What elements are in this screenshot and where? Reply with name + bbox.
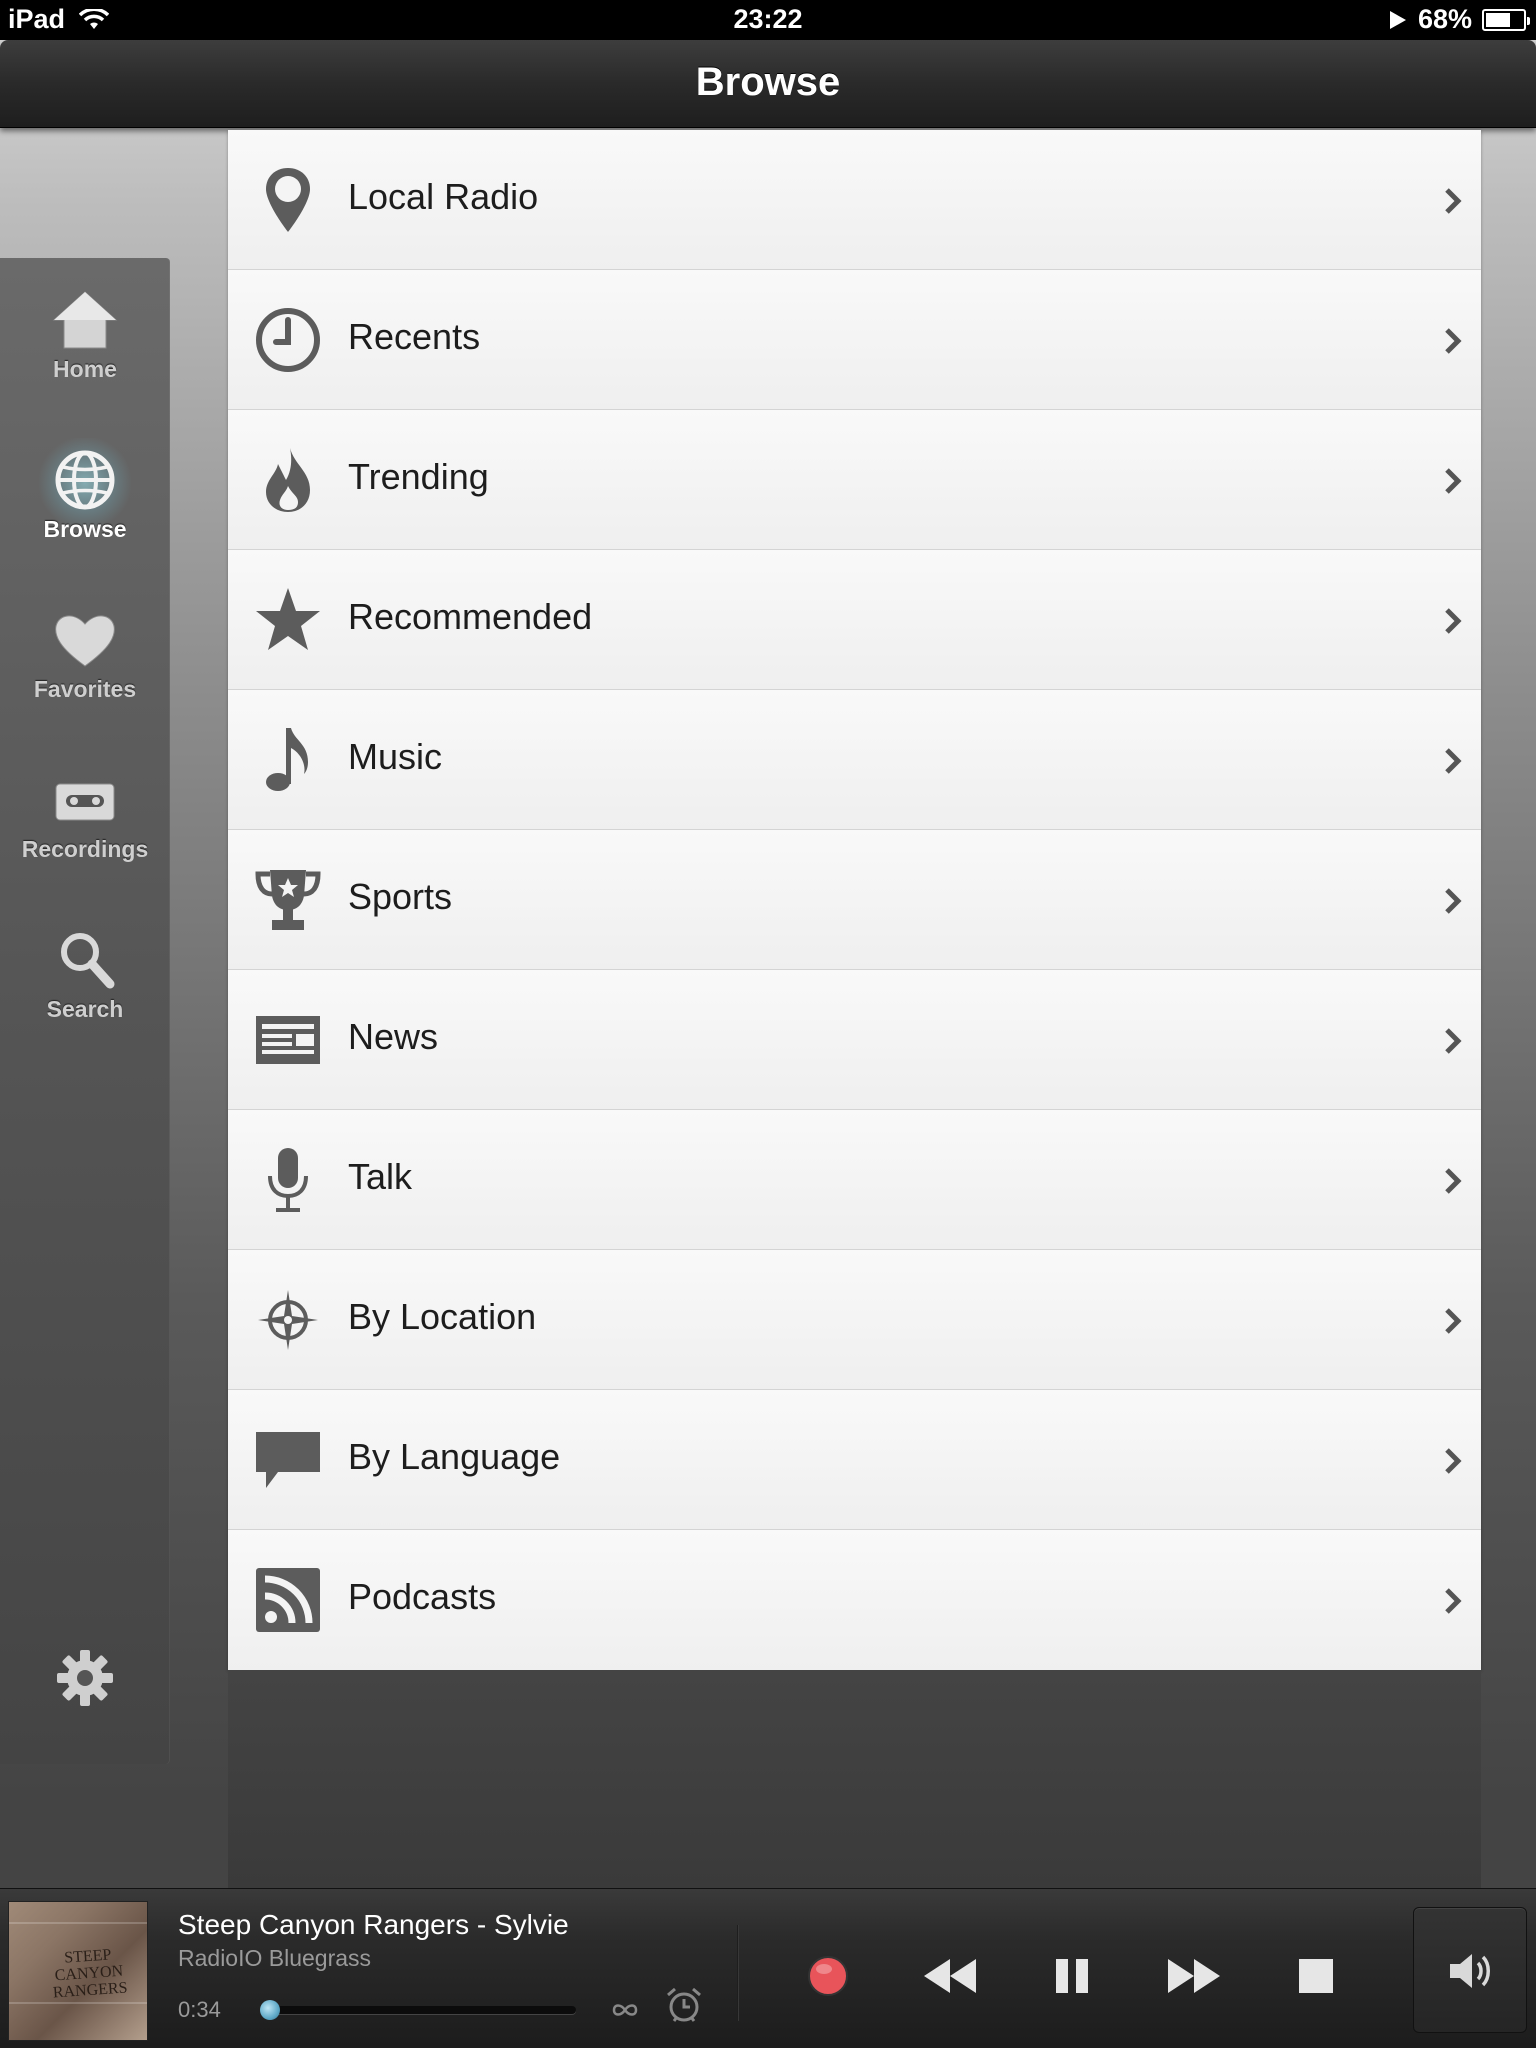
gear-icon[interactable] [55, 1648, 115, 1708]
tab-recordings-label: Recordings [21, 836, 149, 862]
album-art-text: STEEP CANYON RANGERS [52, 1946, 129, 2002]
list-item-label: News [348, 1016, 439, 1057]
list-item-trending[interactable]: Trending [228, 410, 1481, 550]
progress-knob[interactable] [260, 2000, 280, 2020]
newspaper-icon [256, 1016, 320, 1064]
tab-favorites[interactable]: Favorites [0, 578, 170, 728]
track-title: Steep Canyon Rangers - Sylvie [178, 1909, 569, 1940]
chevron-right-icon [1445, 468, 1462, 494]
list-item-label: Recents [348, 316, 481, 357]
list-item-label: By Language [348, 1436, 561, 1477]
globe-icon [55, 450, 115, 510]
list-empty-area [228, 1670, 1481, 1890]
star-icon [256, 588, 320, 650]
play-status-icon [1389, 10, 1406, 29]
chevron-right-icon [1445, 888, 1462, 914]
fast-forward-icon[interactable] [1164, 1951, 1224, 2001]
chevron-right-icon [1445, 748, 1462, 774]
list-item-podcasts[interactable]: Podcasts [228, 1530, 1481, 1670]
list-item-label: Music [348, 736, 443, 777]
tab-browse[interactable]: Browse [0, 418, 170, 568]
battery-percent: 68% [1417, 4, 1472, 34]
tab-search-label: Search [46, 996, 124, 1022]
alarm-clock-icon[interactable] [664, 1985, 704, 2025]
volume-button[interactable] [1413, 1907, 1527, 2033]
tab-search[interactable]: Search [0, 898, 170, 1048]
list-item-talk[interactable]: Talk [228, 1110, 1481, 1250]
pause-icon[interactable] [1042, 1951, 1102, 2001]
clock-icon [256, 308, 320, 372]
chevron-right-icon [1445, 1028, 1462, 1054]
status-time: 23:22 [733, 4, 803, 34]
elapsed-time: 0:34 [178, 1997, 221, 2022]
search-icon [61, 933, 115, 989]
tab-home-label: Home [53, 356, 117, 382]
chevron-right-icon [1445, 188, 1462, 214]
heart-icon [55, 615, 115, 667]
microphone-icon [268, 1148, 308, 1212]
tab-home[interactable]: Home [0, 258, 170, 408]
home-icon [52, 291, 118, 349]
progress-bar[interactable] [260, 2000, 576, 2020]
station-name: RadioIO Bluegrass [178, 1945, 372, 1971]
location-pin-icon [266, 168, 310, 232]
chevron-right-icon [1445, 608, 1462, 634]
infinity-icon [612, 2004, 638, 2016]
record-icon[interactable] [798, 1951, 858, 2001]
music-note-icon [266, 728, 308, 791]
trophy-icon [255, 870, 321, 930]
battery-icon [1482, 8, 1530, 31]
list-item-label: Trending [348, 456, 489, 497]
chevron-right-icon [1445, 1168, 1462, 1194]
speech-bubble-icon [256, 1432, 320, 1488]
navigation-bar: Browse [0, 40, 1536, 128]
page-title: Browse [695, 60, 841, 104]
flame-icon [266, 448, 310, 512]
chevron-right-icon [1445, 1448, 1462, 1474]
compass-icon [258, 1290, 318, 1350]
now-playing-bar: STEEP CANYON RANGERS Steep Canyon Ranger… [0, 1888, 1536, 2048]
list-item-by-language[interactable]: By Language [228, 1390, 1481, 1530]
list-item-recommended[interactable]: Recommended [228, 550, 1481, 690]
chevron-right-icon [1445, 1308, 1462, 1334]
stop-icon[interactable] [1286, 1951, 1346, 2001]
list-item-label: Sports [348, 876, 453, 917]
sidebar: Home Browse Favorites Recordings Search [0, 258, 170, 1764]
status-bar: iPad 23:22 68% [0, 0, 1536, 40]
tab-browse-label: Browse [43, 516, 127, 542]
tab-recordings[interactable]: Recordings [0, 738, 170, 888]
speaker-icon [1450, 1954, 1490, 1988]
divider [737, 1925, 739, 2021]
chevron-right-icon [1445, 1588, 1462, 1614]
album-art[interactable]: STEEP CANYON RANGERS [8, 1901, 148, 2041]
cassette-icon [55, 783, 115, 821]
tab-favorites-label: Favorites [33, 676, 137, 702]
list-item-music[interactable]: Music [228, 690, 1481, 830]
list-item-label: Local Radio [348, 176, 539, 217]
chevron-right-icon [1445, 328, 1462, 354]
list-item-label: Talk [348, 1156, 413, 1197]
list-item-news[interactable]: News [228, 970, 1481, 1110]
list-item-local-radio[interactable]: Local Radio [228, 130, 1481, 270]
rss-icon [256, 1568, 320, 1632]
list-item-sports[interactable]: Sports [228, 830, 1481, 970]
list-item-label: Podcasts [348, 1576, 497, 1617]
browse-list: Local Radio Recents Trending Recommended [228, 130, 1481, 1890]
list-item-recents[interactable]: Recents [228, 270, 1481, 410]
list-item-label: Recommended [348, 596, 593, 637]
list-item-by-location[interactable]: By Location [228, 1250, 1481, 1390]
list-item-label: By Location [348, 1296, 537, 1337]
rewind-icon[interactable] [920, 1951, 980, 2001]
